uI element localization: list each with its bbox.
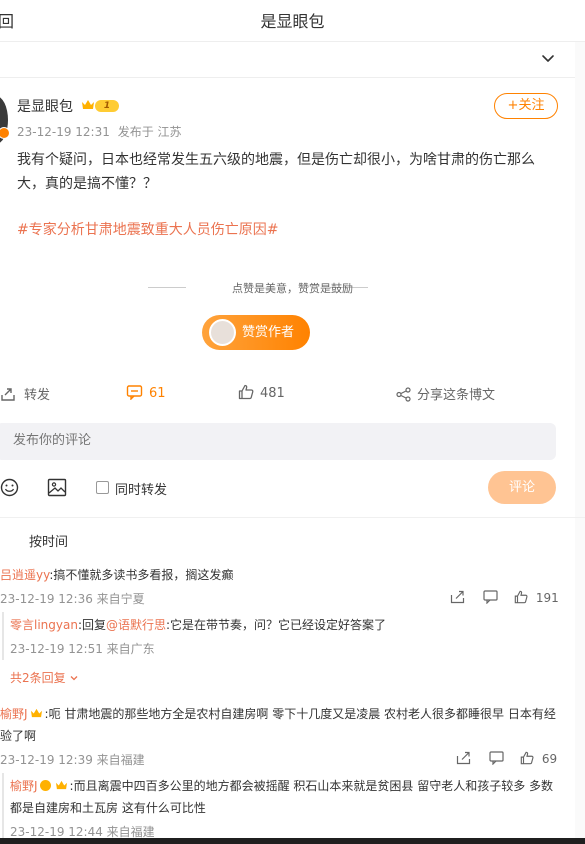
comment-meta: 23-12-19 12:36 来自宁夏: [0, 592, 145, 606]
reply-item: 榆野J:而且离震中四百多公里的地方都会被摇醒 积石山本来就是贫困县 留守老人和孩…: [10, 775, 555, 819]
comment-like-count: 69: [541, 752, 558, 766]
reply-text: :它是在带节奏，问？它已经设定好答案了: [166, 618, 387, 632]
divider: [0, 77, 585, 78]
comment-actions: 69: [456, 751, 560, 767]
reply-username[interactable]: 零言lingyan: [10, 618, 78, 632]
crown-icon: [30, 708, 42, 718]
repost-label: 转发: [24, 388, 51, 403]
page-title: 是显眼包: [260, 12, 325, 31]
comment-like-button[interactable]: 69: [520, 751, 557, 766]
repost-checkbox-label: 同时转发: [115, 483, 168, 498]
reward-avatar: [209, 319, 236, 346]
comment-action[interactable]: 61: [126, 384, 166, 401]
comment-share-icon[interactable]: [450, 590, 465, 607]
like-icon: [238, 384, 254, 400]
comment-username[interactable]: 吕逍遥yy: [0, 568, 49, 582]
taskbar-edge: [0, 838, 585, 844]
reply-item: 零言lingyan:回复@语默行思:它是在带节奏，问？它已经设定好答案了: [10, 614, 555, 636]
topic-link[interactable]: #专家分析甘肃地震致重大人员伤亡原因#: [17, 219, 278, 239]
reward-author-button[interactable]: 赞赏作者: [202, 315, 310, 350]
comment-like-count: 191: [535, 591, 559, 605]
post-actions: 转发 61 481 分享这条博文: [0, 378, 585, 408]
reply-text: :而且离震中四百多公里的地方都会被摇醒 积石山本来就是贫困县 留守老人和孩子较多…: [10, 779, 554, 815]
like-action[interactable]: 481: [238, 384, 285, 401]
comment-actions: 191: [450, 590, 560, 606]
comment-icon: [126, 385, 143, 401]
reply-thread-bar: [2, 773, 4, 838]
share-action[interactable]: 分享这条博文: [396, 384, 495, 403]
like-count: 481: [260, 386, 285, 401]
post-source: 发布于 江苏: [117, 125, 182, 139]
verified-badge-icon: [39, 780, 51, 791]
share-label: 分享这条博文: [417, 388, 496, 403]
comment-share-icon[interactable]: [456, 751, 471, 768]
comment-reply-icon[interactable]: [489, 751, 504, 768]
comment-count: 61: [149, 386, 166, 401]
reward-button-label: 赞赏作者: [242, 325, 295, 340]
scrollbar-track[interactable]: [575, 42, 585, 838]
repost-checkbox[interactable]: [96, 481, 109, 494]
verified-badge-icon: [0, 127, 10, 139]
comment-like-button[interactable]: 191: [514, 590, 559, 605]
image-icon[interactable]: [47, 478, 67, 497]
comment-reply-icon[interactable]: [483, 590, 498, 607]
post-timestamp[interactable]: 23-12-19 12:31: [17, 125, 110, 139]
reply-username[interactable]: 榆野J: [10, 779, 38, 793]
comment-username[interactable]: 榆野J: [0, 707, 28, 721]
submit-comment-button[interactable]: 评论: [488, 471, 556, 504]
crown-icon: [55, 780, 67, 790]
reply-mention[interactable]: @语默行思: [106, 618, 166, 632]
chevron-down-icon[interactable]: [540, 50, 556, 66]
share-icon: [396, 387, 411, 402]
reward-tagline: 点赞是美意，赞赏是鼓励: [232, 282, 353, 295]
comment-composer[interactable]: [0, 423, 556, 460]
divider: [0, 517, 585, 518]
comment-text: :搞不懂就多读书多看报，搁这发癫: [49, 568, 234, 582]
chevron-down-icon: [71, 676, 78, 681]
comment-meta: 23-12-19 12:39 来自福建: [0, 753, 145, 767]
more-replies-link[interactable]: 共2条回复: [10, 669, 79, 686]
comment-item: 吕逍遥yy:搞不懂就多读书多看报，搁这发癫: [0, 564, 560, 586]
comment-text: :呃 甘肃地震的那些地方全是农村自建房啊 零下十几度又是凌晨 农村老人很多都睡很…: [0, 707, 556, 743]
comment-input[interactable]: [13, 433, 513, 448]
follow-button[interactable]: +关注: [494, 93, 558, 119]
reply-thread-bar: [2, 612, 4, 660]
repost-action[interactable]: 转发: [0, 384, 50, 403]
post-text: 我有个疑问，日本也经常发生五六级的地震，但是伤亡却很小，为啥甘肃的伤亡那么大，真…: [17, 152, 535, 192]
emoji-icon[interactable]: [0, 478, 19, 497]
post-meta: 23-12-19 12:31 发布于 江苏: [17, 123, 182, 140]
crown-icon: [82, 100, 94, 109]
reply-prefix: :回复: [77, 618, 106, 632]
level-badge: 1: [95, 100, 119, 112]
top-bar: 回 是显眼包: [0, 0, 585, 42]
sort-by-time-tab[interactable]: 按时间: [29, 531, 68, 550]
reply-meta: 23-12-19 12:51 来自广东: [10, 642, 155, 656]
repost-icon: [1, 388, 15, 401]
comment-item: 榆野J:呃 甘肃地震的那些地方全是农村自建房啊 零下十几度又是凌晨 农村老人很多…: [0, 703, 560, 747]
author-name[interactable]: 是显眼包: [17, 96, 73, 116]
more-replies-label: 共2条回复: [10, 671, 66, 685]
